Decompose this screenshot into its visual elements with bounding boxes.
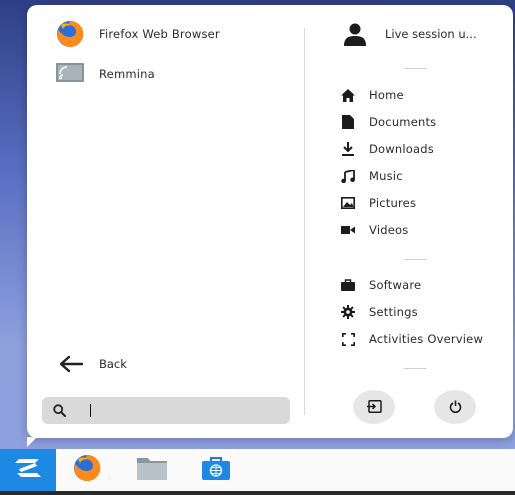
back-label: Back: [99, 357, 127, 371]
app-label: Firefox Web Browser: [99, 27, 220, 41]
power-icon: [449, 398, 462, 417]
system-software[interactable]: Software: [341, 275, 421, 295]
place-documents[interactable]: Documents: [341, 112, 436, 132]
place-label: Downloads: [369, 142, 434, 156]
app-item-remmina[interactable]: Remmina: [55, 57, 155, 91]
app-label: Remmina: [99, 67, 155, 81]
taskbar-software-store[interactable]: [196, 449, 236, 491]
user-icon: [341, 20, 369, 48]
taskbar-files[interactable]: [132, 449, 172, 491]
separator: [404, 68, 426, 69]
user-label: Live session u...: [385, 27, 477, 41]
place-label: Documents: [369, 115, 437, 129]
system-label: Activities Overview: [369, 332, 484, 346]
settings-icon: [341, 305, 355, 319]
downloads-icon: [341, 142, 355, 156]
software-icon: [341, 278, 355, 292]
system-activities-overview[interactable]: Activities Overview: [341, 329, 483, 349]
taskbar-firefox[interactable]: [67, 449, 107, 491]
place-home[interactable]: Home: [341, 85, 404, 105]
back-button[interactable]: Back: [57, 350, 127, 378]
home-icon: [341, 88, 355, 102]
text-cursor: [90, 404, 91, 417]
logout-icon: [366, 398, 382, 417]
place-label: Home: [369, 88, 404, 102]
system-label: Software: [369, 278, 422, 292]
menu-pointer: [27, 437, 37, 447]
activities-overview-icon: [341, 332, 355, 346]
software-store-icon: [201, 455, 231, 485]
app-menu: Firefox Web Browser Remmina Back Live se…: [27, 5, 513, 438]
place-label: Videos: [369, 223, 409, 237]
back-arrow-icon: [57, 350, 85, 378]
power-button[interactable]: [434, 390, 476, 424]
search-field[interactable]: [42, 397, 290, 424]
files-icon: [137, 456, 167, 484]
place-label: Pictures: [369, 196, 417, 210]
column-divider: [304, 28, 305, 415]
documents-icon: [341, 115, 355, 129]
place-label: Music: [369, 169, 403, 183]
user-account-item[interactable]: Live session u...: [341, 20, 477, 48]
place-music[interactable]: Music: [341, 166, 403, 186]
place-pictures[interactable]: Pictures: [341, 193, 416, 213]
music-icon: [341, 169, 355, 183]
pictures-icon: [341, 196, 355, 210]
logout-button[interactable]: [353, 390, 395, 424]
screen-bottom-edge: [0, 491, 515, 495]
firefox-icon: [55, 19, 85, 49]
separator: [404, 368, 426, 369]
search-icon: [52, 404, 66, 418]
videos-icon: [341, 223, 355, 237]
zorin-start-icon: [13, 457, 43, 483]
system-settings[interactable]: Settings: [341, 302, 418, 322]
taskbar: [0, 449, 515, 495]
firefox-icon: [72, 453, 102, 487]
start-menu-button[interactable]: [0, 449, 56, 491]
system-label: Settings: [369, 305, 418, 319]
app-item-firefox[interactable]: Firefox Web Browser: [55, 17, 220, 51]
separator: [404, 259, 426, 260]
place-downloads[interactable]: Downloads: [341, 139, 434, 159]
remmina-icon: [55, 59, 85, 89]
place-videos[interactable]: Videos: [341, 220, 408, 240]
search-input[interactable]: [74, 403, 274, 418]
